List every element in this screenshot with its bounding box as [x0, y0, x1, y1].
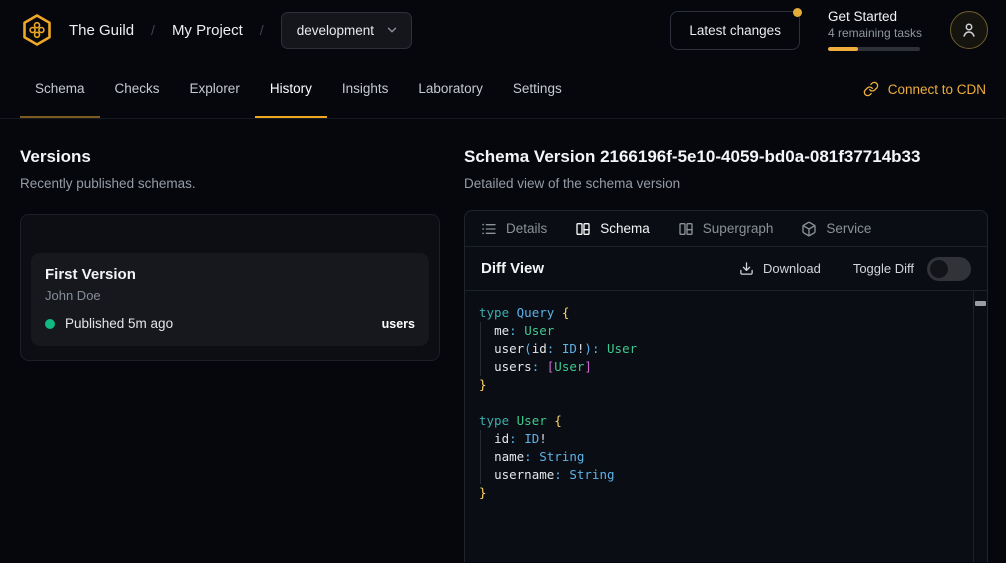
link-icon — [863, 81, 879, 97]
notification-dot — [793, 8, 802, 17]
code-line — [479, 394, 961, 412]
latest-changes-label: Latest changes — [689, 23, 781, 38]
schema-version-panel: Schema Version 2166196f-5e10-4059-bd0a-0… — [464, 147, 988, 562]
user-avatar-button[interactable] — [950, 11, 988, 49]
code-line: id: ID! — [479, 430, 961, 448]
version-list-item[interactable]: First Version John Doe Published 5m ago … — [31, 253, 429, 346]
toggle-diff-label: Toggle Diff — [853, 261, 914, 276]
download-button[interactable]: Download — [739, 261, 821, 276]
connect-to-cdn-link[interactable]: Connect to CDN — [863, 60, 986, 118]
nav-tab-schema[interactable]: Schema — [20, 60, 100, 118]
detail-tab-supergraph[interactable]: Supergraph — [678, 221, 774, 237]
schema-version-tabs: Details Schema Supergraph Service — [465, 211, 987, 247]
version-service-badge: users — [382, 317, 415, 331]
nav-tab-explorer[interactable]: Explorer — [175, 60, 255, 118]
get-started-subtitle: 4 remaining tasks — [828, 26, 922, 40]
code-line: name: String — [479, 448, 961, 466]
indent-guide — [480, 448, 481, 466]
version-author: John Doe — [45, 288, 415, 303]
code-scrollbar-thumb[interactable] — [975, 301, 986, 306]
code-line: } — [479, 484, 961, 502]
code-line: users: [User] — [479, 358, 961, 376]
schema-version-card: Details Schema Supergraph Service Diff View… — [464, 210, 988, 562]
code-scrollbar — [973, 291, 987, 562]
nav-tab-settings[interactable]: Settings — [498, 60, 577, 118]
environment-dropdown[interactable]: development — [281, 12, 412, 49]
toggle-diff-switch[interactable] — [927, 257, 971, 281]
environment-dropdown-value: development — [297, 23, 374, 38]
nav-tab-laboratory[interactable]: Laboratory — [403, 60, 498, 118]
get-started-progress-fill — [828, 47, 858, 51]
code-block[interactable]: type Query { me: User user(id: ID!): Use… — [479, 304, 961, 502]
detail-tab-label: Details — [506, 221, 547, 236]
diff-toolbar: Diff View Download Toggle Diff — [465, 247, 987, 291]
hive-logo[interactable] — [20, 13, 54, 47]
get-started-progress-bar — [828, 47, 920, 51]
user-icon — [960, 21, 978, 39]
versions-panel: Versions Recently published schemas. Fir… — [20, 147, 440, 562]
code-line: type Query { — [479, 304, 961, 322]
indent-guide — [480, 340, 481, 358]
schema-version-title: Schema Version 2166196f-5e10-4059-bd0a-0… — [464, 147, 988, 167]
detail-tab-label: Schema — [600, 221, 650, 236]
toggle-knob — [930, 260, 948, 278]
schema-code-view: type Query { me: User user(id: ID!): Use… — [465, 291, 987, 562]
code-line: user(id: ID!): User — [479, 340, 961, 358]
indent-guide — [480, 466, 481, 484]
version-status-text: Published 5m ago — [65, 316, 173, 331]
indent-guide — [480, 358, 481, 376]
nav-tab-checks[interactable]: Checks — [100, 60, 175, 118]
cube-icon — [801, 221, 817, 237]
indent-guide — [480, 430, 481, 448]
list-icon — [481, 221, 497, 237]
code-line: username: String — [479, 466, 961, 484]
app-header: The Guild / My Project / development Lat… — [0, 0, 1006, 60]
version-status-row: Published 5m ago users — [45, 316, 415, 331]
toggle-diff-control: Toggle Diff — [853, 257, 971, 281]
schema-version-subtitle: Detailed view of the schema version — [464, 176, 988, 191]
breadcrumb-separator: / — [260, 22, 264, 38]
nav-tab-history[interactable]: History — [255, 60, 327, 118]
published-dot-icon — [45, 319, 55, 329]
detail-tab-details[interactable]: Details — [481, 221, 547, 237]
versions-subtitle: Recently published schemas. — [20, 176, 440, 191]
breadcrumb: The Guild / My Project / development — [69, 12, 412, 49]
versions-title: Versions — [20, 147, 440, 167]
detail-tab-label: Service — [826, 221, 871, 236]
code-line: } — [479, 376, 961, 394]
versions-list: First Version John Doe Published 5m ago … — [20, 214, 440, 361]
get-started-widget[interactable]: Get Started 4 remaining tasks — [828, 9, 922, 51]
indent-guide — [480, 322, 481, 340]
detail-tab-service[interactable]: Service — [801, 221, 871, 237]
download-icon — [739, 261, 754, 276]
breadcrumb-project[interactable]: My Project — [172, 22, 243, 39]
primary-nav-tabs: SchemaChecksExplorerHistoryInsightsLabor… — [20, 60, 577, 118]
main-content: Versions Recently published schemas. Fir… — [0, 119, 1006, 562]
hive-hexagon-icon — [20, 13, 54, 47]
breadcrumb-org[interactable]: The Guild — [69, 22, 134, 39]
code-line: me: User — [479, 322, 961, 340]
latest-changes-button[interactable]: Latest changes — [670, 11, 800, 50]
diff-view-title: Diff View — [481, 260, 544, 277]
breadcrumb-separator: / — [151, 22, 155, 38]
download-label: Download — [763, 261, 821, 276]
nav-tab-insights[interactable]: Insights — [327, 60, 404, 118]
version-name: First Version — [45, 266, 415, 283]
get-started-title: Get Started — [828, 9, 922, 24]
columns-icon — [678, 221, 694, 237]
detail-tab-schema[interactable]: Schema — [575, 221, 650, 237]
primary-nav: SchemaChecksExplorerHistoryInsightsLabor… — [0, 60, 1006, 119]
chevron-down-icon — [385, 23, 399, 37]
detail-tab-label: Supergraph — [703, 221, 774, 236]
columns-icon — [575, 221, 591, 237]
code-line: type User { — [479, 412, 961, 430]
connect-to-cdn-label: Connect to CDN — [888, 82, 986, 97]
